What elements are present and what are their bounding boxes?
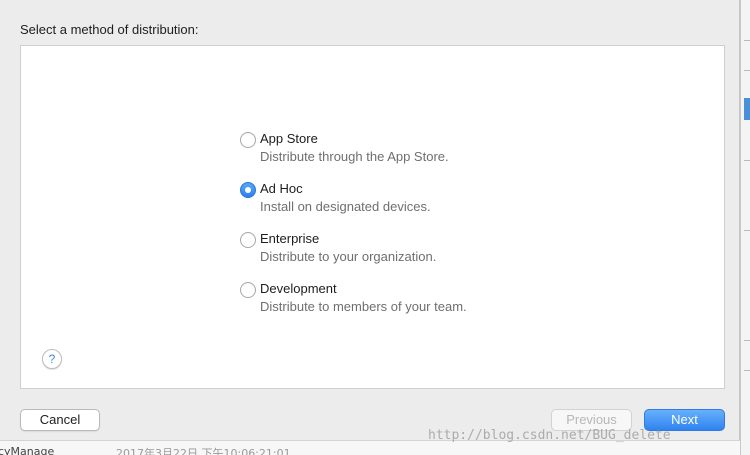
- option-description: Distribute through the App Store.: [260, 149, 449, 164]
- option-description: Distribute to members of your team.: [260, 299, 467, 314]
- option-title[interactable]: Ad Hoc: [260, 181, 303, 196]
- background-window-edge: [740, 0, 750, 455]
- watermark-text: http://blog.csdn.net/BUG_delete: [428, 428, 671, 443]
- radio-app-store[interactable]: [240, 132, 256, 148]
- option-title[interactable]: Enterprise: [260, 231, 319, 246]
- help-button[interactable]: ?: [42, 349, 62, 369]
- option-development[interactable]: Development Distribute to members of you…: [240, 280, 540, 330]
- option-title[interactable]: App Store: [260, 131, 318, 146]
- distribution-options: App Store Distribute through the App Sto…: [240, 130, 540, 330]
- option-ad-hoc[interactable]: Ad Hoc Install on designated devices.: [240, 180, 540, 230]
- background-row-name: cyManage: [0, 445, 55, 455]
- option-description: Distribute to your organization.: [260, 249, 437, 264]
- option-app-store[interactable]: App Store Distribute through the App Sto…: [240, 130, 540, 180]
- background-row-date: 2017年3月22日 下午10:06:21:01: [116, 447, 291, 455]
- option-description: Install on designated devices.: [260, 199, 431, 214]
- sheet-prompt: Select a method of distribution:: [20, 22, 199, 37]
- radio-development[interactable]: [240, 282, 256, 298]
- option-enterprise[interactable]: Enterprise Distribute to your organizati…: [240, 230, 540, 280]
- radio-enterprise[interactable]: [240, 232, 256, 248]
- options-panel: App Store Distribute through the App Sto…: [20, 45, 725, 389]
- option-title[interactable]: Development: [260, 281, 337, 296]
- cancel-button[interactable]: Cancel: [20, 409, 100, 431]
- background-selection-highlight: [744, 98, 750, 120]
- radio-ad-hoc[interactable]: [240, 182, 256, 198]
- distribution-method-sheet: Select a method of distribution: App Sto…: [0, 0, 740, 440]
